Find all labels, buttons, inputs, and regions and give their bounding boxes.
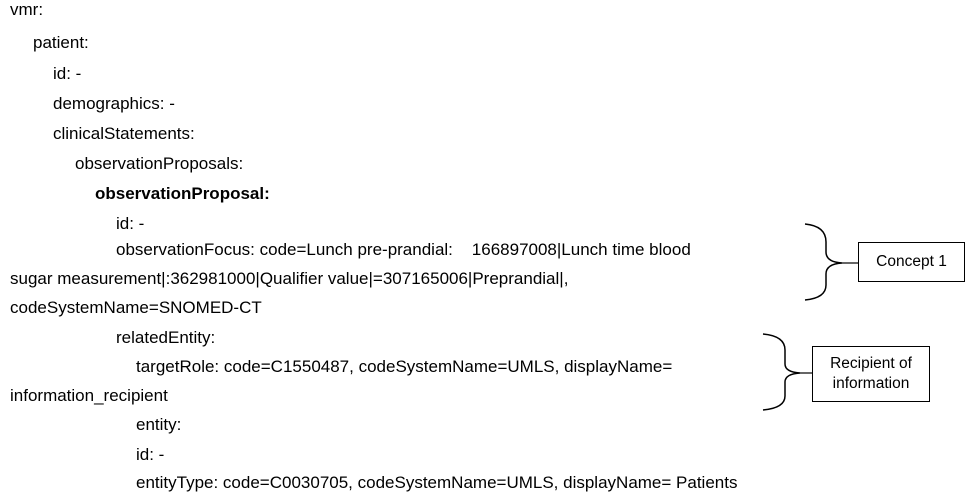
concept1-bracket bbox=[804, 223, 843, 301]
recipient-box: Recipient of information bbox=[812, 346, 930, 402]
bracket-layer bbox=[762, 223, 858, 411]
concept1-label: Concept 1 bbox=[876, 253, 947, 270]
recipient-bracket bbox=[762, 333, 801, 411]
concept1-box: Concept 1 bbox=[858, 242, 965, 282]
recipient-label-line1: Recipient of bbox=[830, 355, 912, 372]
recipient-label-line2: information bbox=[832, 375, 910, 392]
